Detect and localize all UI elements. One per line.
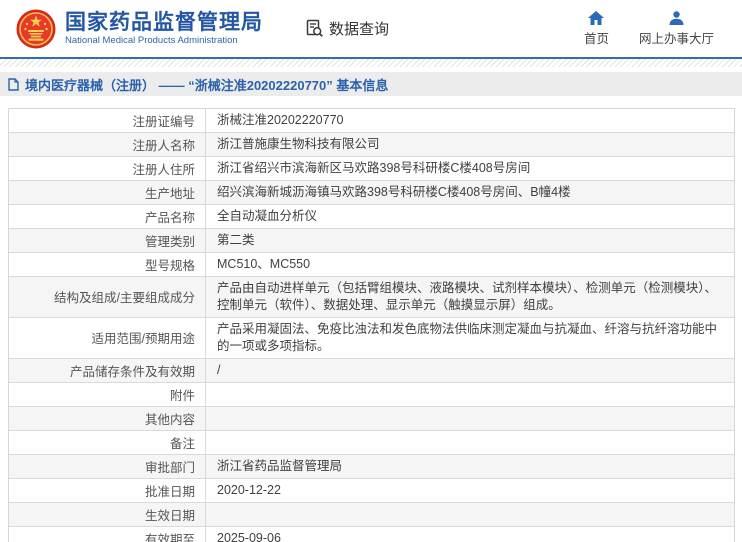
table-row: 生产地址 绍兴滨海新城沥海镇马欢路398号科研楼C楼408号房间、B幢4楼 — [9, 181, 734, 205]
row-value: 绍兴滨海新城沥海镇马欢路398号科研楼C楼408号房间、B幢4楼 — [217, 185, 571, 200]
row-label: 注册人住所 — [9, 157, 206, 180]
table-row: 备注 — [9, 430, 734, 455]
nav-home-label: 首页 — [583, 31, 609, 46]
row-value: 浙江普施康生物科技有限公司 — [217, 137, 380, 152]
row-value: 2020-12-22 — [217, 482, 281, 497]
row-label-text: 批准日期 — [144, 484, 195, 499]
row-value — [206, 383, 734, 406]
data-query-button[interactable]: 数据查询 — [305, 18, 389, 39]
breadcrumb-text: 境内医疗器械（注册） —— “浙械注准20202220770” 基本信息 — [25, 77, 389, 93]
table-row: 注册人住所 浙江省绍兴市滨海新区马欢路398号科研楼C楼408号房间 — [9, 157, 734, 181]
row-label-text: 生效日期 — [144, 508, 195, 523]
row-value: 浙江省药品监督管理局 — [217, 458, 343, 473]
row-label: 结构及组成/主要组成成分 — [9, 277, 206, 317]
row-label: 注册证编号 — [9, 109, 206, 132]
row-value: 产品由自动进样单元（包括臂组模块、液路模块、试剂样本模块）、检测单元（检测模块）… — [217, 281, 718, 312]
row-label-text: 备注 — [169, 436, 195, 451]
breadcrumb: 境内医疗器械（注册） —— “浙械注准20202220770” 基本信息 — [0, 72, 742, 96]
row-label-text: 注册证编号 — [132, 115, 195, 129]
row-label: 批准日期 — [9, 478, 206, 502]
row-label: 生产地址 — [9, 181, 206, 204]
row-label-text: 有效期至 — [144, 532, 195, 542]
table-row: 注册人名称 浙江普施康生物科技有限公司 — [9, 133, 734, 157]
table-row: 注册证编号 浙械注准20202220770 — [9, 109, 734, 133]
nav-service-hall[interactable]: 网上办事大厅 — [638, 10, 714, 47]
row-label: 产品储存条件及有效期 — [9, 358, 206, 382]
page-icon — [8, 77, 19, 91]
row-label: 注册人名称 — [9, 133, 206, 156]
row-label: 适用范围/预期用途 — [9, 317, 206, 358]
table-row: 适用范围/预期用途 产品采用凝固法、免疫比浊法和发色底物法供临床测定凝血与抗凝血、… — [9, 317, 734, 359]
row-label-text: 产品名称 — [144, 211, 195, 225]
row-label-text: 型号规格 — [144, 259, 195, 273]
row-label: 产品名称 — [9, 205, 206, 228]
row-label: 备注 — [9, 430, 206, 454]
row-label-text: 结构及组成/主要组成成分 — [54, 291, 195, 306]
document-search-icon — [306, 19, 323, 37]
table-row: 产品储存条件及有效期 / — [9, 358, 734, 383]
row-label: 有效期至 — [9, 526, 206, 542]
site-title-block: 国家药品监督管理局 National Medical Products Admi… — [65, 11, 263, 47]
row-value: / — [217, 362, 221, 377]
site-subtitle: National Medical Products Administration — [65, 34, 238, 46]
national-emblem-logo — [16, 9, 56, 48]
home-icon — [588, 10, 605, 25]
row-label: 审批部门 — [9, 454, 206, 478]
table-row: 结构及组成/主要组成成分 产品由自动进样单元（包括臂组模块、液路模块、试剂样本模块… — [9, 277, 734, 318]
row-label-text: 生产地址 — [144, 187, 195, 201]
row-value: 2025-09-06 — [217, 530, 281, 542]
row-value — [206, 503, 734, 526]
row-value: 全自动凝血分析仪 — [217, 209, 318, 224]
header-nav: 首页 网上办事大厅 — [583, 10, 714, 47]
row-label-text: 注册人住所 — [132, 163, 195, 177]
row-label: 其他内容 — [9, 406, 206, 430]
info-table: 注册证编号 浙械注准20202220770 注册人名称 浙江普施康生物科技有限公司 注册… — [8, 108, 735, 542]
row-label-text: 审批部门 — [144, 460, 195, 475]
data-query-label: 数据查询 — [329, 21, 390, 38]
row-value: 产品采用凝固法、免疫比浊法和发色底物法供临床测定凝血与抗凝血、纤溶与抗纤溶功能中… — [217, 321, 718, 353]
row-label: 管理类别 — [9, 229, 206, 252]
table-row: 型号规格 MC510、MC550 — [9, 253, 734, 277]
table-row: 审批部门 浙江省药品监督管理局 — [9, 454, 734, 479]
row-value — [206, 407, 734, 430]
row-value: 浙江省绍兴市滨海新区马欢路398号科研楼C楼408号房间 — [217, 161, 531, 176]
row-label-text: 附件 — [169, 388, 195, 403]
site-title: 国家药品监督管理局 — [65, 10, 263, 34]
table-row: 有效期至 2025-09-06 — [9, 526, 734, 542]
table-row: 附件 — [9, 382, 734, 407]
table-row: 其他内容 — [9, 406, 734, 431]
user-icon — [669, 10, 684, 25]
table-row: 产品名称 全自动凝血分析仪 — [9, 205, 734, 229]
row-label-text: 注册人名称 — [132, 139, 195, 153]
row-label-text: 其他内容 — [144, 412, 195, 427]
row-label-text: 适用范围/预期用途 — [91, 332, 195, 347]
hatch-strip — [0, 59, 742, 67]
site-header: 国家药品监督管理局 National Medical Products Admi… — [0, 0, 742, 57]
table-row: 管理类别 第二类 — [9, 229, 734, 253]
nav-home[interactable]: 首页 — [583, 10, 609, 47]
row-label: 型号规格 — [9, 253, 206, 276]
row-label: 生效日期 — [9, 502, 206, 526]
row-value: 第二类 — [217, 233, 255, 248]
row-label-text: 管理类别 — [144, 235, 195, 249]
row-value: 浙械注准20202220770 — [217, 113, 344, 128]
row-label: 附件 — [9, 382, 206, 406]
nav-service-hall-label: 网上办事大厅 — [638, 31, 714, 46]
table-row: 批准日期 2020-12-22 — [9, 478, 734, 503]
row-value: MC510、MC550 — [217, 257, 311, 272]
row-label-text: 产品储存条件及有效期 — [69, 364, 195, 379]
row-value — [206, 431, 734, 454]
table-row: 生效日期 — [9, 502, 734, 527]
